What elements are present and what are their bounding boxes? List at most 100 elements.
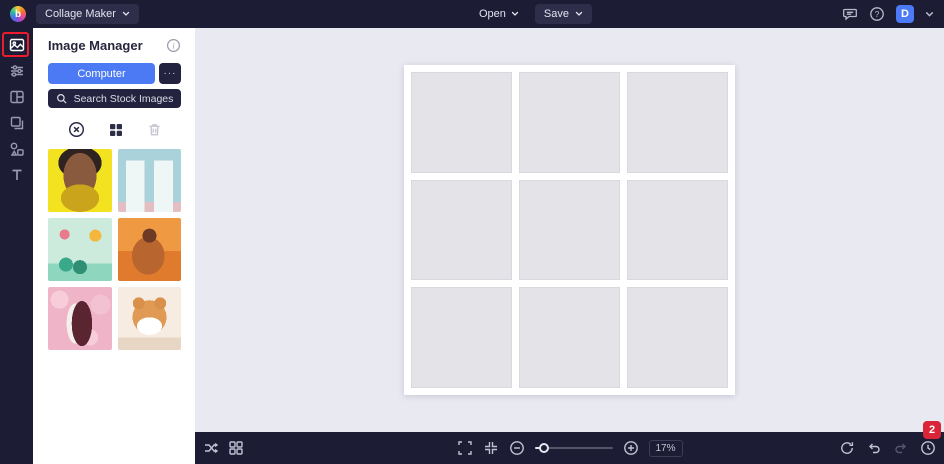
body-row: Image Manager i Computer ··· Search Stoc… [0, 28, 944, 464]
redo-icon [893, 440, 909, 456]
rail-item-graphics[interactable] [5, 141, 29, 157]
shuffle-images-button[interactable] [203, 440, 219, 456]
layout-grid-icon [228, 440, 244, 456]
computer-upload-button[interactable]: Computer [48, 63, 155, 84]
collage-cell[interactable] [627, 72, 728, 173]
text-icon [9, 167, 25, 183]
collage-cell[interactable] [519, 72, 620, 173]
zoom-in-button[interactable] [622, 440, 638, 456]
more-sources-button[interactable]: ··· [159, 63, 181, 84]
collage-cell[interactable] [519, 179, 620, 281]
thumbnail-wedding-couple-pink[interactable] [48, 287, 112, 350]
topbar-icon-group: ? D [842, 5, 934, 23]
rail-item-image-manager[interactable] [5, 37, 29, 53]
save-label: Save [543, 8, 569, 20]
undo-icon [866, 440, 882, 456]
collage-cell[interactable] [519, 287, 620, 388]
image-manager-panel: Image Manager i Computer ··· Search Stoc… [33, 28, 195, 464]
add-to-collage-button[interactable] [108, 122, 124, 138]
panel-title: Image Manager [48, 38, 143, 53]
chevron-down-icon [511, 10, 519, 18]
thumbnail-bicycle-illustration[interactable] [48, 218, 112, 281]
top-bar: b Collage Maker Open Save ? D [0, 0, 944, 28]
stack-icon [9, 115, 25, 131]
change-layout-button[interactable] [228, 440, 244, 456]
open-save-group: Open Save [479, 4, 592, 24]
help-button[interactable]: ? [869, 6, 885, 22]
fit-screen-icon [482, 440, 498, 456]
chevron-down-icon [575, 10, 583, 18]
collage-maker-label: Collage Maker [45, 8, 116, 20]
info-icon: i [166, 38, 181, 53]
image-manager-icon [9, 37, 25, 53]
bottom-toolbar: 17% 2 [195, 421, 944, 464]
search-stock-images-button[interactable]: Search Stock Images [48, 89, 181, 108]
save-button[interactable]: Save [534, 4, 592, 24]
befunky-logo[interactable]: b [10, 6, 26, 22]
open-label: Open [479, 8, 506, 20]
collage-maker-menu-button[interactable]: Collage Maker [36, 4, 139, 24]
collage-cell[interactable] [411, 287, 512, 388]
deselect-icon [68, 121, 85, 138]
deselect-all-button[interactable] [68, 121, 85, 138]
shuffle-icon [203, 440, 219, 456]
thumbnail-man-sitting-orange[interactable] [117, 218, 181, 281]
layouts-icon [9, 89, 25, 105]
thumbnail-portrait-woman-yellow[interactable] [48, 149, 112, 212]
panel-header: Image Manager i [48, 38, 181, 53]
reset-icon [839, 440, 855, 456]
rail-item-edit-effects[interactable] [5, 63, 29, 79]
canvas-workspace[interactable] [195, 28, 944, 432]
feedback-button[interactable] [842, 6, 858, 22]
collage-page [404, 65, 735, 395]
collage-maker-app: b Collage Maker Open Save ? D Image Mana… [0, 0, 944, 464]
collage-cell[interactable] [627, 287, 728, 388]
zoom-slider[interactable] [534, 443, 613, 453]
thumbnail-tools-row [48, 121, 181, 138]
sliders-icon [9, 63, 25, 79]
fit-to-screen-button[interactable] [482, 440, 498, 456]
left-tool-rail [0, 28, 33, 464]
chevron-down-icon [925, 10, 934, 19]
zoom-out-icon [508, 440, 524, 456]
account-button[interactable]: D [896, 5, 914, 23]
collage-cell[interactable] [411, 72, 512, 173]
history-controls [839, 440, 936, 456]
collage-cell[interactable] [627, 179, 728, 281]
open-button[interactable]: Open [479, 8, 519, 20]
reset-button[interactable] [839, 440, 855, 456]
collage-grid-icon [108, 122, 124, 138]
chevron-down-icon [122, 10, 130, 18]
undo-button[interactable] [866, 440, 882, 456]
zoom-slider-handle[interactable] [538, 443, 549, 453]
rail-item-text[interactable] [5, 167, 29, 183]
search-stock-images-label: Search Stock Images [73, 92, 174, 105]
avatar: D [896, 5, 914, 23]
rail-item-layouts[interactable] [5, 89, 29, 105]
thumbnail-pastel-blue-doors[interactable] [117, 149, 181, 212]
canvas-region: 17% 2 [195, 28, 944, 464]
zoom-controls: 17% [456, 439, 683, 457]
svg-text:?: ? [875, 9, 880, 19]
search-icon [56, 93, 68, 105]
upload-row: Computer ··· [48, 63, 181, 84]
rail-item-backgrounds[interactable] [5, 115, 29, 131]
thumbnail-shiba-dog[interactable] [117, 287, 181, 350]
account-menu-chevron[interactable] [925, 10, 934, 19]
zoom-out-button[interactable] [508, 440, 524, 456]
trash-icon [147, 122, 162, 137]
comment-icon [842, 6, 858, 22]
delete-images-button[interactable] [147, 122, 162, 137]
panel-info-button[interactable]: i [166, 38, 181, 53]
history-button[interactable] [920, 440, 936, 456]
fullscreen-button[interactable] [456, 440, 472, 456]
redo-button[interactable] [893, 440, 909, 456]
bottom-left-tools [203, 440, 244, 456]
zoom-percent-label[interactable]: 17% [648, 439, 683, 457]
fullscreen-icon [456, 440, 472, 456]
shapes-icon [9, 141, 25, 157]
zoom-in-icon [622, 440, 638, 456]
collage-cell[interactable] [411, 179, 512, 281]
history-icon [920, 440, 936, 456]
help-icon: ? [869, 6, 885, 22]
